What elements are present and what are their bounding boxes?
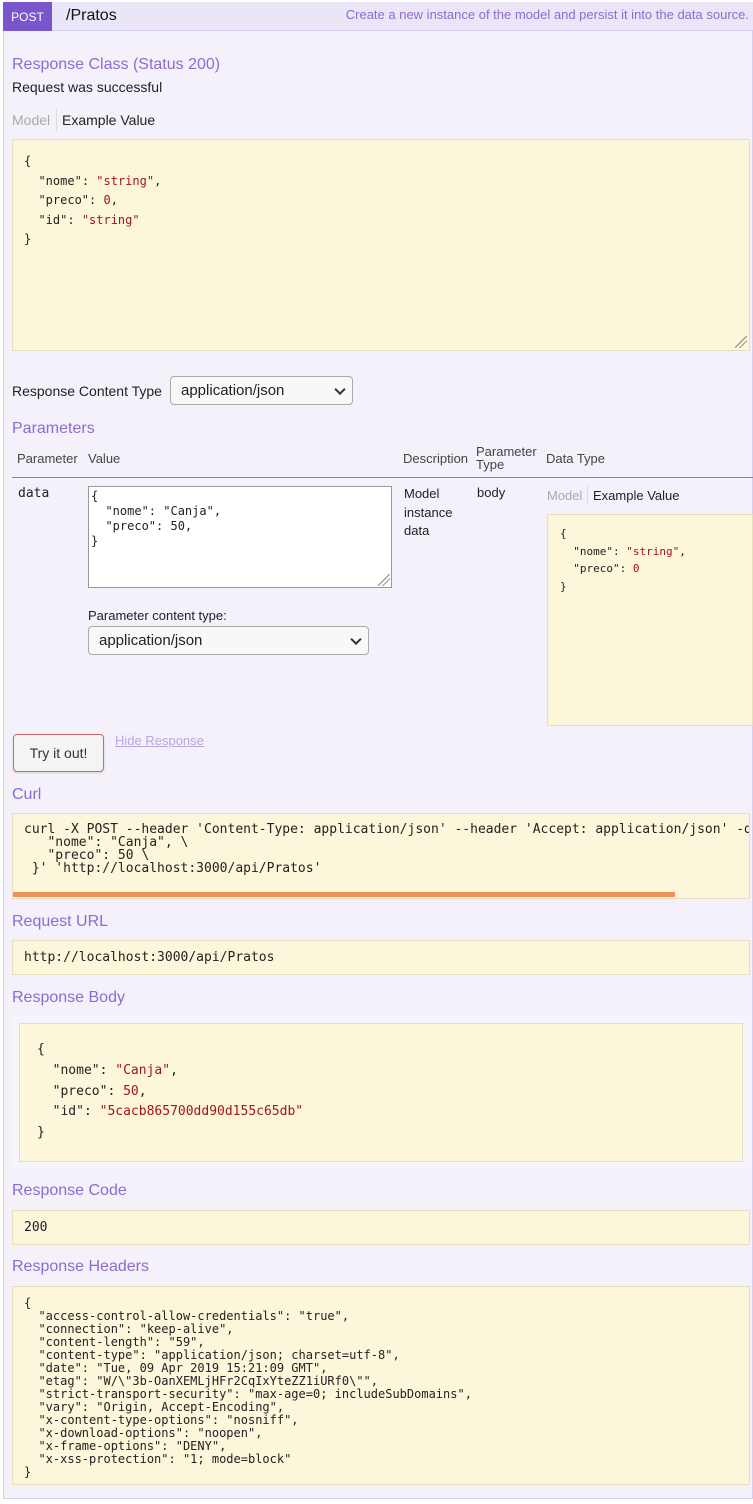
code-line: "preco": 0, (38, 193, 118, 207)
curl-title: Curl (12, 786, 42, 803)
header-line: } (24, 1465, 32, 1479)
response-headers-title: Response Headers (12, 1258, 149, 1275)
http-verb-badge[interactable]: POST (3, 2, 52, 31)
code-line: { (37, 1042, 45, 1057)
response-headers-box[interactable]: { "access-control-allow-credentials": "t… (12, 1286, 750, 1485)
header-line: Type (476, 457, 505, 472)
chevron-down-icon (334, 383, 346, 395)
parameter-description: Model instance data (404, 485, 452, 541)
curl-box[interactable]: curl -X POST --header 'Content-Type: app… (12, 813, 750, 899)
textarea-line: { (91, 489, 99, 503)
curl-line: }' 'http://localhost:3000/api/Pratos' (24, 861, 322, 876)
resize-handle[interactable] (735, 336, 747, 348)
code-line: { (560, 527, 567, 540)
textarea-line: "nome": "Canja", (91, 504, 222, 518)
code-line: } (37, 1125, 45, 1141)
column-header-parameter: Parameter (17, 451, 78, 466)
tab-model[interactable]: Model (12, 112, 50, 128)
code-line: "preco": 50, (52, 1083, 147, 1099)
description-line: Model (404, 486, 440, 501)
parameter-type: body (477, 485, 506, 500)
response-code-box[interactable]: 200 (12, 1210, 750, 1245)
response-class-example[interactable]: { "nome": "string", "preco": 0, "id": "s… (12, 139, 750, 351)
data-type-example[interactable]: { "nome": "string", "preco": 0 } (547, 514, 753, 726)
data-type-tab-example[interactable]: Example Value (593, 488, 679, 503)
operation-summary[interactable]: Create a new instance of the model and p… (346, 7, 749, 22)
parameter-content-type-select[interactable]: application/json (88, 626, 369, 655)
code-line: { (24, 154, 32, 168)
column-header-description: Description (403, 451, 469, 466)
parameters-title: Parameters (12, 420, 95, 437)
response-content-type-label: Response Content Type (12, 383, 162, 399)
tab-divider (587, 485, 588, 505)
code-line: "nome": "string", (573, 544, 686, 558)
parameter-value-textarea[interactable]: { "nome": "Canja", "preco": 50, } (88, 486, 392, 588)
response-code-value: 200 (24, 1220, 48, 1235)
code-line: "nome": "string", (38, 173, 162, 188)
response-class-description: Request was successful (12, 79, 163, 95)
response-class-title: Response Class (Status 200) (12, 56, 221, 73)
code-line: "nome": "Canja", (52, 1062, 178, 1078)
textarea-line: } (91, 534, 99, 548)
column-header-value: Value (88, 451, 121, 466)
chevron-down-icon (350, 633, 362, 645)
selected-value: application/json (99, 632, 203, 649)
column-header-data-type: Data Type (546, 451, 606, 466)
code-line: } (24, 232, 32, 246)
textarea-line: "preco": 50, (91, 519, 193, 533)
resize-handle[interactable] (378, 574, 390, 586)
table-header-rule (12, 477, 753, 478)
description-line: data (404, 523, 430, 538)
horizontal-scrollbar-thumb[interactable] (13, 892, 675, 897)
parameter-content-type-label: Parameter content type: (88, 608, 227, 623)
response-content-type-select[interactable]: application/json (170, 376, 353, 405)
header-line: "x-xss-protection": "1; mode=block" (24, 1452, 292, 1466)
column-header-parameter-type: Parameter Type (476, 445, 537, 471)
response-body-title: Response Body (12, 989, 125, 1006)
code-line: "preco": 0 (573, 562, 640, 575)
description-line: instance (404, 504, 453, 520)
selected-value: application/json (181, 382, 285, 399)
tab-divider (56, 109, 57, 131)
tab-example-value[interactable]: Example Value (62, 112, 155, 128)
code-line: "id": "5cacb865700dd90d155c65db" (52, 1104, 304, 1120)
request-url-title: Request URL (12, 913, 109, 930)
data-type-tab-model[interactable]: Model (547, 488, 582, 503)
response-code-title: Response Code (12, 1182, 127, 1199)
parameter-name: data (18, 486, 50, 501)
response-body-box[interactable]: { "nome": "Canja", "preco": 50, "id": "5… (19, 1023, 743, 1162)
try-it-out-button[interactable]: Try it out! (13, 734, 104, 772)
code-line: "id": "string" (38, 212, 140, 227)
hide-response-link[interactable]: Hide Response (115, 733, 204, 748)
request-url-box[interactable]: http://localhost:3000/api/Pratos (12, 940, 750, 975)
operation-path[interactable]: /Pratos (66, 7, 117, 25)
code-line: } (560, 579, 567, 593)
request-url-value: http://localhost:3000/api/Pratos (24, 950, 275, 965)
